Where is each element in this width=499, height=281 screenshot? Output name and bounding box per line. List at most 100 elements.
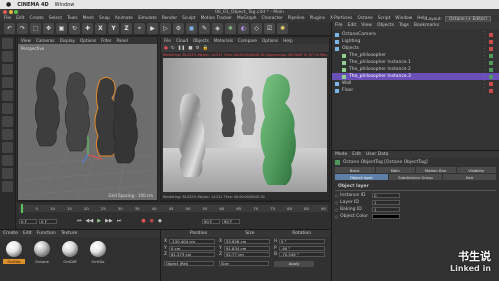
- deformer-icon[interactable]: ◐: [238, 23, 249, 34]
- axis-mode-icon[interactable]: [2, 129, 13, 140]
- octane-live-viewer[interactable]: File Cloud Objects Materials Compare Options H…: [160, 36, 330, 201]
- live-viewer-menu-objects[interactable]: Objects: [193, 38, 209, 43]
- live-viewer-menu-options[interactable]: Options: [262, 38, 278, 43]
- tab-visibility[interactable]: Visibility: [456, 167, 496, 173]
- octane-tag-icon[interactable]: [489, 60, 493, 65]
- record-icon[interactable]: ●: [141, 218, 145, 224]
- tab-subdivision-group[interactable]: Subdivision Group: [389, 174, 442, 180]
- object-menu-edit[interactable]: Edit: [348, 23, 357, 28]
- material-menu-function[interactable]: Function: [37, 231, 56, 236]
- object-row[interactable]: The_philosopher Instance.1 ⁚: [332, 59, 499, 66]
- window-menu[interactable]: Window: [55, 2, 75, 8]
- scale-icon[interactable]: ▣: [56, 23, 67, 34]
- points-mode-icon[interactable]: [2, 90, 13, 101]
- visibility-dots-icon[interactable]: ⁚: [484, 74, 485, 79]
- live-viewer-menu-cloud[interactable]: Cloud: [176, 38, 188, 43]
- solo-icon[interactable]: [2, 181, 13, 192]
- tab-basic[interactable]: Basic: [335, 167, 375, 173]
- object-menu-bookmarks[interactable]: Bookmarks: [414, 23, 439, 28]
- render-picture-viewer-icon[interactable]: ▷: [160, 23, 171, 34]
- viewport-menu-view[interactable]: View: [21, 38, 31, 43]
- material-menu-create[interactable]: Create: [3, 231, 18, 236]
- animate-dot-icon[interactable]: ○: [335, 208, 338, 212]
- attribute-value-field[interactable]: 0: [372, 193, 401, 198]
- material-item[interactable]: OctGlo: [3, 241, 25, 264]
- keyframe-icon[interactable]: ◆: [158, 218, 162, 224]
- redo-icon[interactable]: ↷: [17, 23, 28, 34]
- close-window-button[interactable]: [3, 10, 7, 14]
- live-viewer-menu-compare[interactable]: Compare: [238, 38, 257, 43]
- octane-tag-icon[interactable]: [489, 67, 493, 72]
- position-field[interactable]: -130.404 cm: [169, 239, 215, 244]
- rotate-icon[interactable]: ↻: [69, 23, 80, 34]
- menu-item-edit[interactable]: Edit: [16, 16, 24, 21]
- array-icon[interactable]: ❖: [225, 23, 236, 34]
- tab-main[interactable]: Main: [375, 167, 415, 173]
- lock-icon[interactable]: 🔒: [203, 46, 209, 51]
- attribute-value-field[interactable]: 1: [372, 207, 401, 212]
- attribute-menu-mode[interactable]: Mode: [335, 152, 347, 157]
- menu-item-octane[interactable]: Octane: [357, 16, 372, 21]
- object-row[interactable]: OctaneCamera ⁚: [332, 31, 499, 38]
- light-icon[interactable]: ✺: [277, 23, 288, 34]
- rotation-field[interactable]: -90 °: [279, 245, 325, 251]
- current-frame-field[interactable]: 0 F: [39, 218, 57, 224]
- move-icon[interactable]: ✥: [43, 23, 54, 34]
- timeline-ruler[interactable]: 051015202530354045505560657075808590: [19, 205, 328, 212]
- menu-item-render[interactable]: Render: [162, 16, 177, 21]
- settings-icon[interactable]: ⚙: [196, 46, 200, 51]
- apply-button[interactable]: Apply: [274, 260, 314, 267]
- octane-tag-icon[interactable]: [489, 53, 493, 58]
- rotation-field[interactable]: -70.549 °: [279, 252, 325, 257]
- pen-icon[interactable]: ✎: [199, 23, 210, 34]
- snapping-icon[interactable]: [2, 155, 13, 166]
- octane-tag-icon[interactable]: [489, 46, 493, 51]
- object-row[interactable]: The_philosopher Instance.3 ⁚: [332, 73, 499, 80]
- object-row[interactable]: Wall ⁚: [332, 80, 499, 87]
- viewport-menu-cameras[interactable]: Cameras: [36, 38, 55, 43]
- environment-icon[interactable]: ◇: [251, 23, 262, 34]
- menu-item-plugins[interactable]: Plugins: [310, 16, 325, 21]
- zoom-window-button[interactable]: [14, 10, 18, 14]
- object-row[interactable]: The_philosopher ⁚: [332, 52, 499, 59]
- menu-item-script[interactable]: Script: [378, 16, 390, 21]
- visibility-dots-icon[interactable]: ⁚: [484, 53, 485, 58]
- go-to-start-icon[interactable]: ⏮: [77, 218, 82, 224]
- last-tool-icon[interactable]: ✚: [82, 23, 93, 34]
- viewport-menu-options[interactable]: Options: [80, 38, 96, 43]
- perspective-viewport[interactable]: View Cameras Display Options Filter Panel Per…: [17, 36, 158, 201]
- menu-item-select[interactable]: Select: [49, 16, 62, 21]
- x-axis-button[interactable]: X: [95, 23, 106, 34]
- menu-item-tools[interactable]: Tools: [67, 16, 78, 21]
- step-forward-icon[interactable]: ▶▶: [105, 218, 113, 224]
- tab-hair[interactable]: Hair: [443, 174, 496, 180]
- position-field[interactable]: 61.373 cm: [169, 252, 215, 257]
- menu-item-character[interactable]: Character: [262, 16, 283, 21]
- render-settings-icon[interactable]: ⚙: [173, 23, 184, 34]
- visibility-dots-icon[interactable]: ⁚: [484, 39, 485, 44]
- tweak-mode-icon[interactable]: [2, 142, 13, 153]
- workplane-lock-icon[interactable]: [2, 168, 13, 179]
- coordinate-mode-dropdown[interactable]: Object (Rel): [164, 261, 214, 266]
- attribute-menu-user-data[interactable]: User Data: [366, 152, 388, 157]
- material-menu-edit[interactable]: Edit: [23, 231, 32, 236]
- restart-render-icon[interactable]: ↻: [171, 46, 175, 51]
- object-menu-view[interactable]: View: [361, 23, 372, 28]
- live-viewer-menu-file[interactable]: File: [164, 38, 171, 43]
- model-mode-icon[interactable]: [2, 51, 13, 62]
- object-menu-file[interactable]: File: [335, 23, 343, 28]
- texture-mode-icon[interactable]: [2, 64, 13, 75]
- object-menu-objects[interactable]: Objects: [377, 23, 394, 28]
- preview-end-field[interactable]: 90 F: [221, 218, 240, 224]
- size-field[interactable]: 53.628 cm: [224, 239, 270, 244]
- viewport-menu-filter[interactable]: Filter: [101, 38, 111, 43]
- autokey-icon[interactable]: ◉: [150, 218, 154, 224]
- minimize-window-button[interactable]: [8, 10, 13, 14]
- z-axis-button[interactable]: Z: [121, 23, 132, 34]
- visibility-dots-icon[interactable]: ⁚: [484, 32, 485, 37]
- menu-item-file[interactable]: File: [4, 16, 11, 21]
- start-frame-field[interactable]: 0 F: [19, 218, 37, 224]
- make-editable-icon[interactable]: [2, 38, 13, 49]
- send-scene-icon[interactable]: ●: [164, 46, 168, 51]
- workplane-icon[interactable]: [2, 77, 13, 88]
